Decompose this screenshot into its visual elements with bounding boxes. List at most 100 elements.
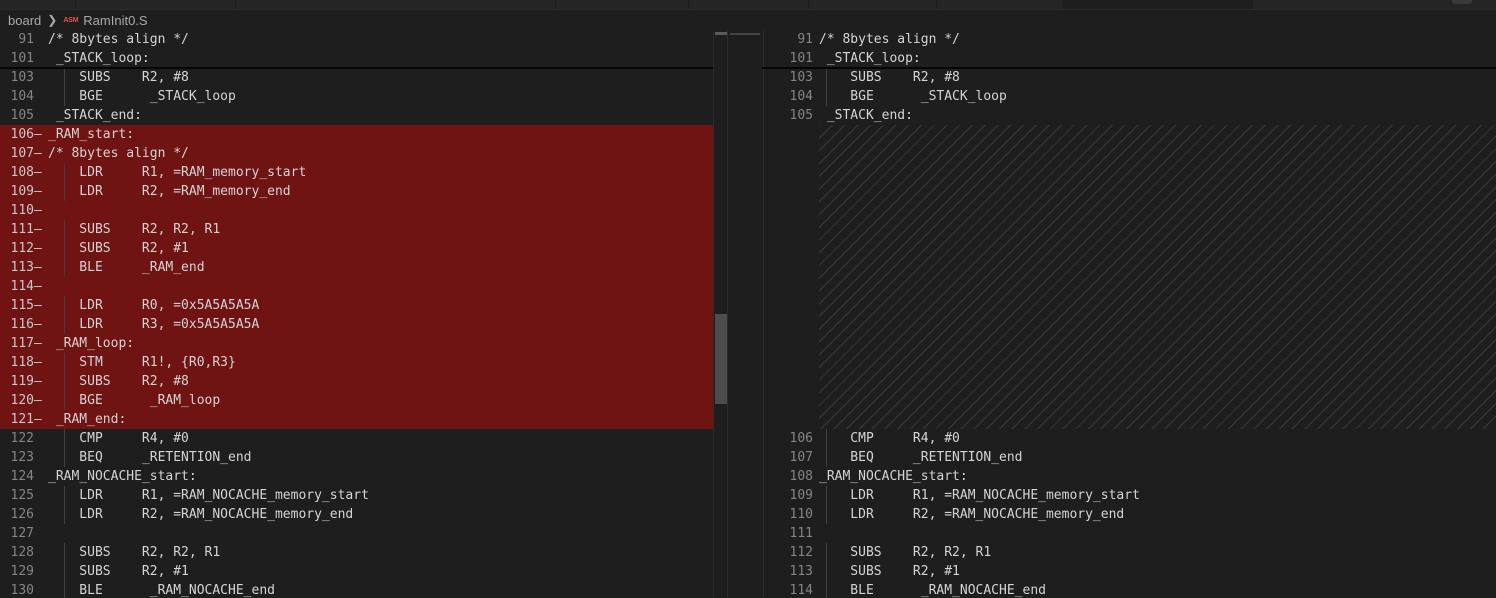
indent-guide: [64, 372, 65, 391]
indent-guide: [64, 315, 65, 334]
line-number: 116: [10, 317, 34, 332]
overview-marker: [730, 33, 760, 35]
code-line[interactable]: 104 BGE _STACK_loop: [762, 87, 1496, 106]
removed-code-line[interactable]: 110—: [0, 201, 727, 220]
removed-code-line[interactable]: 107— /* 8bytes align */: [0, 144, 727, 163]
removed-code-line[interactable]: 108— LDR R1, =RAM_memory_start: [0, 163, 727, 182]
code-line[interactable]: 101 _STACK_loop:: [0, 49, 727, 68]
indent-guide: [64, 87, 65, 106]
removed-code-line[interactable]: 119— SUBS R2, #8: [0, 372, 727, 391]
code-line[interactable]: 113 SUBS R2, #1: [762, 562, 1496, 581]
code-text: LDR R2, =RAM_memory_end: [48, 184, 291, 199]
indent-guide: [64, 68, 65, 87]
removed-marker-icon: —: [34, 203, 42, 218]
line-number: 109: [789, 488, 813, 503]
tab[interactable]: [936, 0, 1063, 9]
line-number: 128: [10, 545, 34, 560]
indent-guide: [64, 220, 65, 239]
removed-code-line[interactable]: 111— SUBS R2, R2, R1: [0, 220, 727, 239]
code-line[interactable]: 122 CMP R4, #0: [0, 429, 727, 448]
code-line[interactable]: 103 SUBS R2, #8: [762, 68, 1496, 87]
code-line[interactable]: 130 BLE _RAM_NOCACHE_end: [0, 581, 727, 598]
code-line[interactable]: 124 _RAM_NOCACHE_start:: [0, 467, 727, 486]
removed-code-line[interactable]: 113— BLE _RAM_end: [0, 258, 727, 277]
code-text: _STACK_loop:: [819, 51, 921, 66]
removed-marker-icon: —: [34, 412, 42, 427]
removed-code-line[interactable]: 120— BGE _RAM_loop: [0, 391, 727, 410]
indent-guide: [826, 429, 827, 448]
diff-overview-ruler[interactable]: [727, 30, 764, 598]
breadcrumb-file[interactable]: RamInit0.S: [83, 13, 147, 28]
removed-code-line[interactable]: 112— SUBS R2, #1: [0, 239, 727, 258]
code-line[interactable]: 108 _RAM_NOCACHE_start:: [762, 467, 1496, 486]
removed-code-line[interactable]: 116— LDR R3, =0x5A5A5A5A: [0, 315, 727, 334]
code-line[interactable]: 109 LDR R1, =RAM_NOCACHE_memory_start: [762, 486, 1496, 505]
code-text: _STACK_end:: [48, 108, 142, 123]
code-line[interactable]: 125 LDR R1, =RAM_NOCACHE_memory_start: [0, 486, 727, 505]
removed-code-line[interactable]: 106— _RAM_start:: [0, 125, 727, 144]
tab[interactable]: [555, 0, 689, 9]
line-number: 117: [10, 336, 34, 351]
removed-code-line[interactable]: 121— _RAM_end:: [0, 410, 727, 429]
removed-marker-icon: —: [34, 393, 42, 408]
code-text: STM R1!, {R0,R3}: [48, 355, 236, 370]
tab-active[interactable]: [1062, 0, 1253, 9]
line-number: 123: [10, 450, 34, 465]
code-text: SUBS R2, R2, R1: [48, 222, 221, 237]
tab[interactable]: [0, 0, 76, 9]
line-number: 113: [789, 564, 813, 579]
tab[interactable]: [75, 0, 236, 9]
diff-original-editor[interactable]: 91/* 8bytes align */101 _STACK_loop: 103 …: [0, 30, 727, 598]
code-line[interactable]: 129 SUBS R2, #1: [0, 562, 727, 581]
tab[interactable]: [688, 0, 809, 9]
code-line[interactable]: 91 /* 8bytes align */: [0, 30, 727, 49]
code-text: LDR R0, =0x5A5A5A5A: [48, 298, 260, 313]
code-text: SUBS R2, #1: [819, 564, 960, 579]
line-number: 105: [10, 108, 34, 123]
line-number: 122: [10, 431, 34, 446]
scrollbar-thumb[interactable]: [715, 314, 727, 404]
code-text: _STACK_loop:: [48, 51, 150, 66]
code-line[interactable]: 104 BGE _STACK_loop: [0, 87, 727, 106]
code-line[interactable]: 127: [0, 524, 727, 543]
code-line[interactable]: 112 SUBS R2, R2, R1: [762, 543, 1496, 562]
code-line[interactable]: 111: [762, 524, 1496, 543]
code-line[interactable]: 101 _STACK_loop:: [762, 49, 1496, 68]
breadcrumb-folder[interactable]: board: [0, 13, 41, 28]
removed-code-line[interactable]: 109— LDR R2, =RAM_memory_end: [0, 182, 727, 201]
code-line[interactable]: 107 BEQ _RETENTION_end: [762, 448, 1496, 467]
code-line[interactable]: 126 LDR R2, =RAM_NOCACHE_memory_end: [0, 505, 727, 524]
removed-code-line[interactable]: 117— _RAM_loop:: [0, 334, 727, 353]
code-line[interactable]: 105 _STACK_end:: [0, 106, 727, 125]
code-line[interactable]: 123 BEQ _RETENTION_end: [0, 448, 727, 467]
removed-code-line[interactable]: 118— STM R1!, {R0,R3}: [0, 353, 727, 372]
tab[interactable]: [808, 0, 937, 9]
indent-guide: [64, 239, 65, 258]
code-line[interactable]: 106 CMP R4, #0: [762, 429, 1496, 448]
left-editor-scrollbar[interactable]: [713, 32, 728, 598]
line-number: 103: [789, 70, 813, 85]
line-number: 126: [10, 507, 34, 522]
code-text: _RAM_end:: [48, 412, 127, 427]
code-line[interactable]: 114 BLE _RAM_NOCACHE_end: [762, 581, 1496, 598]
removed-code-line[interactable]: 115— LDR R0, =0x5A5A5A5A: [0, 296, 727, 315]
code-text: /* 8bytes align */: [819, 32, 960, 47]
indent-guide: [64, 505, 65, 524]
code-line[interactable]: 91 /* 8bytes align */: [762, 30, 1496, 49]
code-line[interactable]: 105 _STACK_end:: [762, 106, 1496, 125]
code-line[interactable]: 128 SUBS R2, R2, R1: [0, 543, 727, 562]
sticky-scroll-shadow: [762, 67, 1496, 69]
removed-marker-icon: —: [34, 260, 42, 275]
code-text: LDR R2, =RAM_NOCACHE_memory_end: [819, 507, 1125, 522]
tab[interactable]: [235, 0, 556, 9]
diff-modified-editor[interactable]: 91/* 8bytes align */101 _STACK_loop: 103 …: [762, 30, 1496, 598]
line-number: 108: [10, 165, 34, 180]
indent-guide: [826, 448, 827, 467]
scrollbar-marker: [715, 32, 727, 35]
editor-action-button[interactable]: [1452, 0, 1472, 4]
indent-guide: [64, 391, 65, 410]
removed-code-line[interactable]: 114—: [0, 277, 727, 296]
diff-filler-region: [819, 125, 1496, 429]
code-line[interactable]: 110 LDR R2, =RAM_NOCACHE_memory_end: [762, 505, 1496, 524]
code-line[interactable]: 103 SUBS R2, #8: [0, 68, 727, 87]
